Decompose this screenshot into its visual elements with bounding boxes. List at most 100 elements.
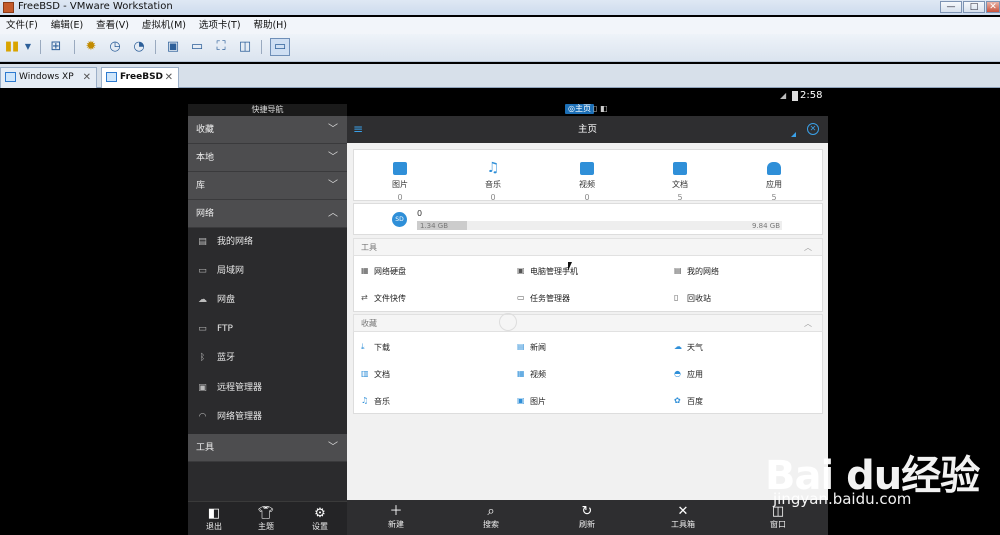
- favorites-section-header[interactable]: 收藏 ︿: [353, 314, 823, 332]
- category-music[interactable]: ♫ 音乐 0: [463, 160, 523, 202]
- menu-view[interactable]: 查看(V): [96, 17, 129, 34]
- fav-label: 应用: [687, 370, 703, 379]
- new-button[interactable]: ＋ 新建: [376, 504, 416, 530]
- fav-label: 下载: [374, 343, 390, 352]
- sidebar-section-library[interactable]: 库 ﹀: [188, 172, 347, 200]
- fav-music[interactable]: ♫ 音乐: [361, 396, 390, 407]
- sidebar-section-tools[interactable]: 工具 ﹀: [188, 434, 347, 462]
- theme-button[interactable]: 👕︎ 主题: [246, 506, 286, 532]
- category-video[interactable]: 视频 0: [557, 162, 617, 202]
- sidebar-item-netdisk[interactable]: ☁ 网盘: [188, 286, 347, 315]
- fav-images[interactable]: ▣ 图片: [517, 396, 546, 407]
- battery-icon: [792, 91, 798, 101]
- sidebar-section-network[interactable]: 网络 ︿: [188, 200, 347, 228]
- maximize-button[interactable]: □: [963, 1, 985, 13]
- tab-windows-xp[interactable]: Windows XP ✕: [0, 67, 97, 88]
- fav-apps[interactable]: ◓ 应用: [674, 369, 703, 380]
- baidu-watermark-url: jingyan.baidu.com: [773, 490, 912, 508]
- sidebar-item-label: 局域网: [217, 266, 245, 276]
- console-only-icon[interactable]: ▭: [270, 38, 290, 56]
- fav-label: 天气: [687, 343, 703, 352]
- close-icon[interactable]: ✕: [807, 123, 819, 135]
- library-view-icon[interactable]: ▣: [165, 39, 181, 55]
- sidebar-item-my-network[interactable]: ▤ 我的网络: [188, 228, 347, 257]
- storage-card[interactable]: SD 0 1.34 GB 9.84 GB: [353, 203, 823, 235]
- network-adapter-icon[interactable]: ⊞: [48, 39, 64, 55]
- menu-tabs[interactable]: 选项卡(T): [199, 17, 241, 34]
- tool-task-manager[interactable]: ▭ 任务管理器: [517, 293, 570, 304]
- fav-documents[interactable]: ▥ 文档: [361, 369, 390, 380]
- music-icon: ♫: [486, 160, 500, 176]
- category-apps[interactable]: 应用 5: [744, 162, 804, 202]
- fav-weather[interactable]: ☁ 天气: [674, 342, 703, 353]
- fullscreen-icon[interactable]: ⛶: [213, 39, 229, 55]
- toolbar: ▮▮ ▼ ⊞ ✹ ◷ ◔ ▣ ▭ ⛶ ◫ ▭: [0, 34, 1000, 62]
- sidebar-section-local[interactable]: 本地 ﹀: [188, 144, 347, 172]
- category-documents[interactable]: 文档 5: [650, 162, 710, 202]
- settings-button[interactable]: ⚙ 设置: [300, 506, 340, 532]
- section-title: 工具: [361, 243, 377, 252]
- new-label: 新建: [388, 520, 404, 529]
- refresh-button[interactable]: ↻ 刷新: [567, 504, 607, 530]
- sidebar-section-favorites[interactable]: 收藏 ﹀: [188, 116, 347, 144]
- menu-file[interactable]: 文件(F): [6, 17, 38, 34]
- android-icon: [767, 162, 781, 175]
- category-card: 图片 0 ♫ 音乐 0 视频 0 文档 5 应用 5: [353, 149, 823, 202]
- gear-icon: ⚙: [314, 506, 326, 521]
- revert-snapshot-icon[interactable]: ◷: [107, 39, 123, 55]
- power-icon[interactable]: ▮▮: [4, 39, 20, 55]
- fav-video[interactable]: ▦ 视频: [517, 369, 546, 380]
- close-window-button[interactable]: ✕: [986, 1, 1000, 13]
- menu-edit[interactable]: 编辑(E): [51, 17, 83, 34]
- category-count: 0: [490, 193, 496, 202]
- search-button[interactable]: ⌕ 搜索: [471, 504, 511, 530]
- tool-network-disk[interactable]: ▦ 网络硬盘: [361, 266, 406, 277]
- storage-used: 1.34 GB: [420, 222, 449, 230]
- tool-my-network[interactable]: ▤ 我的网络: [674, 266, 719, 277]
- menu-vm[interactable]: 虚拟机(M): [142, 17, 186, 34]
- sidebar-item-remote-manager[interactable]: ▣ 远程管理器: [188, 374, 347, 403]
- unity-icon[interactable]: ◫: [237, 39, 253, 55]
- section-label: 库: [196, 181, 206, 191]
- storage-name: 0: [417, 209, 423, 218]
- menu-bar: 文件(F) 编辑(E) 查看(V) 虚拟机(M) 选项卡(T) 帮助(H): [0, 17, 1000, 34]
- bluetooth-icon: ᛒ: [199, 353, 206, 363]
- sidebar-item-label: FTP: [217, 324, 233, 334]
- mouse-cursor-icon: [568, 262, 576, 271]
- sidebar-item-network-manager[interactable]: ◠ 网络管理器: [188, 403, 347, 432]
- exit-button[interactable]: ◧ 退出: [194, 506, 234, 532]
- sidebar-item-ftp[interactable]: ▭ FTP: [188, 315, 347, 344]
- power-dropdown-icon[interactable]: ▼: [20, 39, 36, 55]
- page-title: 主页: [577, 124, 597, 135]
- category-label: 应用: [766, 180, 782, 189]
- tool-file-transfer[interactable]: ⇄ 文件快传: [361, 293, 406, 304]
- category-images[interactable]: 图片 0: [370, 162, 430, 202]
- close-tab-icon[interactable]: ✕: [165, 68, 173, 87]
- theme-label: 主题: [258, 522, 274, 531]
- toolbar-separator: [261, 40, 262, 54]
- console-view-icon[interactable]: ▭: [189, 39, 205, 55]
- category-label: 音乐: [485, 180, 501, 189]
- fav-news[interactable]: ▤ 新闻: [517, 342, 546, 353]
- home-window-tab[interactable]: ◎主页: [565, 104, 594, 114]
- sidebar-item-bluetooth[interactable]: ᛒ 蓝牙: [188, 344, 347, 373]
- menu-icon[interactable]: ≡: [353, 123, 365, 135]
- shirt-icon: 👕︎: [257, 506, 275, 521]
- snapshot-icon[interactable]: ✹: [83, 39, 99, 55]
- chevron-down-icon: ﹀: [328, 180, 338, 191]
- sidebar-item-lan[interactable]: ▭ 局域网: [188, 257, 347, 286]
- tools-section-header[interactable]: 工具 ︿: [353, 238, 823, 256]
- tool-label: 我的网络: [687, 267, 719, 276]
- tool-recycle-bin[interactable]: ▯ 回收站: [674, 293, 711, 304]
- toolbox-button[interactable]: ✕ 工具箱: [663, 504, 703, 530]
- home-content: 图片 0 ♫ 音乐 0 视频 0 文档 5 应用 5 SD 0 1.34 GB …: [347, 143, 828, 500]
- close-tab-icon[interactable]: ✕: [83, 68, 91, 87]
- fav-baidu[interactable]: ✿ 百度: [674, 396, 703, 407]
- tab-freebsd[interactable]: FreeBSD ✕: [101, 67, 179, 88]
- chevron-up-icon: ︿: [804, 243, 812, 252]
- fav-download[interactable]: ⤓ 下载: [361, 342, 390, 353]
- snapshot-manager-icon[interactable]: ◔: [131, 39, 147, 55]
- minimize-button[interactable]: —: [940, 1, 962, 13]
- sidebar-item-label: 远程管理器: [217, 383, 263, 393]
- menu-help[interactable]: 帮助(H): [253, 17, 287, 34]
